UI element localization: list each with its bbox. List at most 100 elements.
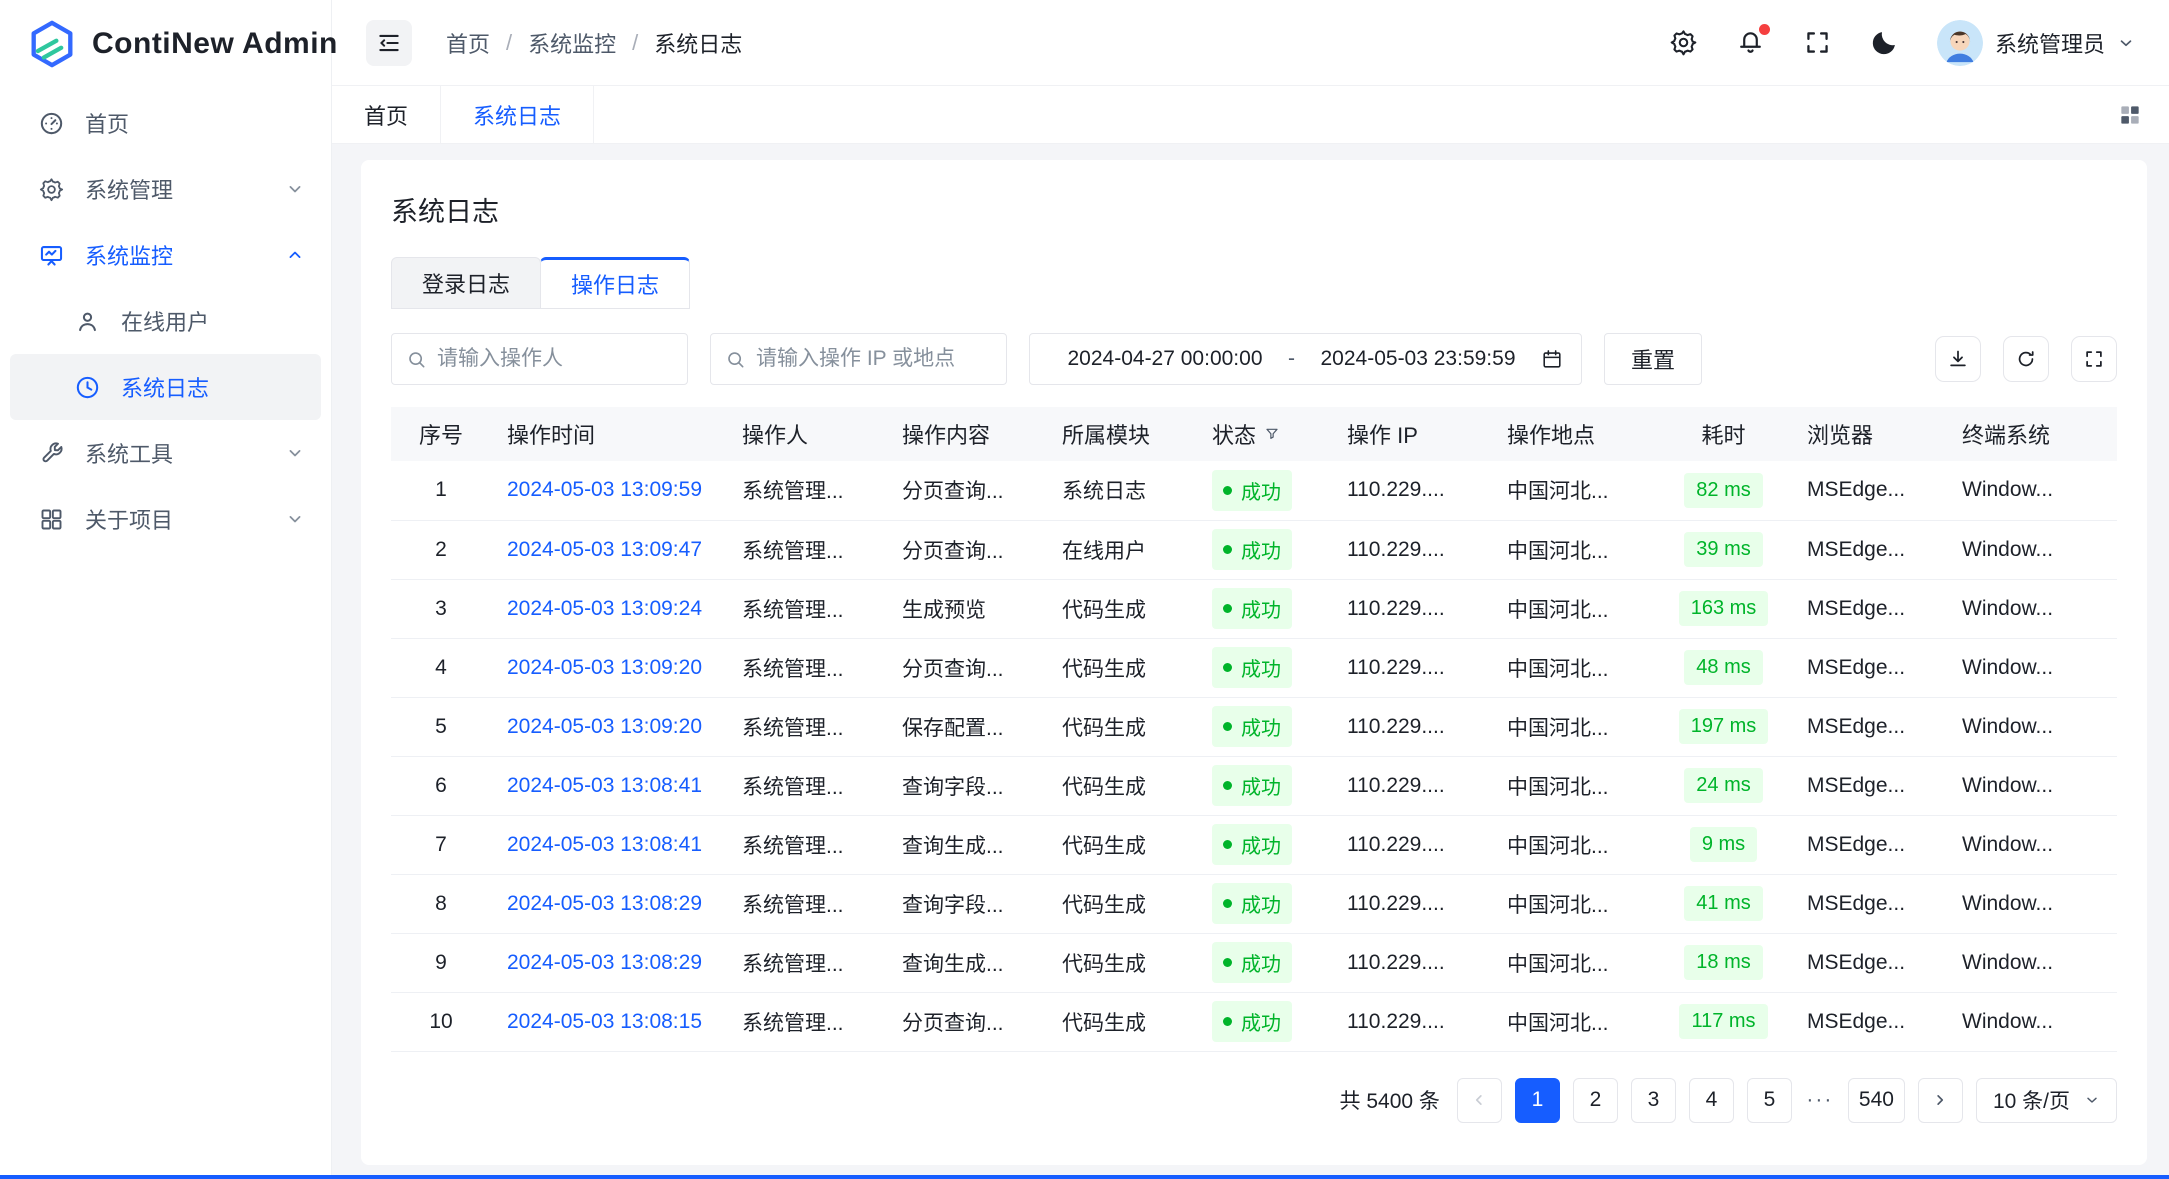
refresh-icon[interactable]	[2003, 336, 2049, 382]
status-badge: 成功	[1212, 883, 1292, 924]
os-cell: Window...	[1962, 951, 2053, 974]
pagination-page-4[interactable]: 4	[1689, 1078, 1734, 1123]
menu-fold-icon[interactable]	[366, 20, 412, 66]
sidebar-item-system-log[interactable]: 系统日志	[10, 354, 321, 420]
app-logo[interactable]: ContiNew Admin	[0, 0, 331, 88]
user-menu[interactable]: 系统管理员	[1937, 20, 2135, 66]
operation-time-link[interactable]: 2024-05-03 13:08:29	[507, 892, 702, 915]
system-log-card: 系统日志 登录日志 操作日志 2024-04-27 00:00:00 - 202…	[361, 160, 2147, 1165]
duration-badge: 41 ms	[1684, 886, 1762, 921]
operation-time-link[interactable]: 2024-05-03 13:09:20	[507, 656, 702, 679]
status-dot-icon	[1223, 545, 1232, 554]
operator-search-input[interactable]	[437, 347, 673, 371]
tab-login-log[interactable]: 登录日志	[391, 257, 541, 309]
ip-search-box	[710, 333, 1007, 385]
breadcrumb-separator: /	[506, 30, 512, 56]
breadcrumb-item[interactable]: 首页	[446, 27, 490, 59]
pagination-page-3[interactable]: 3	[1631, 1078, 1676, 1123]
operator-cell: 系统管理...	[742, 1012, 844, 1035]
date-range-picker[interactable]: 2024-04-27 00:00:00 - 2024-05-03 23:59:5…	[1029, 333, 1582, 385]
operation-time-link[interactable]: 2024-05-03 13:09:47	[507, 538, 702, 561]
pagination-page-1[interactable]: 1	[1515, 1078, 1560, 1123]
browser-cell: MSEdge...	[1807, 833, 1905, 856]
os-cell: Window...	[1962, 597, 2053, 620]
sidebar-item-system-management[interactable]: 系统管理	[0, 156, 331, 222]
pagination-next-icon[interactable]	[1918, 1078, 1963, 1123]
column-header: 浏览器	[1791, 407, 1946, 461]
location-cell: 中国河北...	[1507, 894, 1609, 917]
filter-icon[interactable]	[1264, 426, 1280, 442]
table-row: 62024-05-03 13:08:41系统管理...查询字段...代码生成成功…	[391, 756, 2117, 815]
sidebar-item-system-monitor[interactable]: 系统监控	[0, 222, 331, 288]
table-row: 22024-05-03 13:09:47系统管理...分页查询...在线用户成功…	[391, 520, 2117, 579]
page-size-value: 10 条/页	[1993, 1085, 2070, 1115]
location-cell: 中国河北...	[1507, 953, 1609, 976]
operation-content-cell: 查询生成...	[902, 835, 1004, 858]
status-dot-icon	[1223, 663, 1232, 672]
column-header: 操作地点	[1491, 407, 1656, 461]
notification-bell-icon[interactable]	[1736, 28, 1765, 57]
pagination-prev-icon[interactable]	[1457, 1078, 1502, 1123]
row-index: 1	[435, 478, 447, 501]
operation-content-cell: 查询生成...	[902, 953, 1004, 976]
settings-gear-icon[interactable]	[1669, 28, 1698, 57]
fullscreen-icon[interactable]	[1803, 28, 1832, 57]
operation-time-link[interactable]: 2024-05-03 13:08:41	[507, 774, 702, 797]
duration-badge: 24 ms	[1684, 768, 1762, 803]
column-header-label: 耗时	[1701, 418, 1745, 450]
pagination-page-540[interactable]: 540	[1848, 1078, 1905, 1123]
page-size-select[interactable]: 10 条/页	[1976, 1078, 2117, 1123]
module-cell: 系统日志	[1062, 480, 1146, 503]
pagination-page-2[interactable]: 2	[1573, 1078, 1618, 1123]
browser-cell: MSEdge...	[1807, 538, 1905, 561]
column-header-label: 操作时间	[507, 418, 595, 450]
page-title: 系统日志	[391, 190, 2117, 229]
operation-time-link[interactable]: 2024-05-03 13:09:20	[507, 715, 702, 738]
browser-cell: MSEdge...	[1807, 774, 1905, 797]
row-index: 8	[435, 892, 447, 915]
module-cell: 代码生成	[1062, 894, 1146, 917]
browser-cell: MSEdge...	[1807, 478, 1905, 501]
status-badge: 成功	[1212, 1001, 1292, 1042]
gear-icon	[38, 176, 65, 203]
browser-cell: MSEdge...	[1807, 656, 1905, 679]
reset-button[interactable]: 重置	[1604, 333, 1702, 385]
duration-badge: 9 ms	[1690, 827, 1757, 862]
operator-cell: 系统管理...	[742, 540, 844, 563]
sidebar-item-home[interactable]: 首页	[0, 90, 331, 156]
ip-cell: 110.229....	[1347, 597, 1445, 620]
tab-operation-log[interactable]: 操作日志	[540, 257, 690, 309]
sidebar-item-label: 系统日志	[121, 371, 209, 403]
breadcrumb-item[interactable]: 系统日志	[654, 27, 742, 59]
column-header-label: 状态	[1212, 418, 1256, 450]
table-row: 12024-05-03 13:09:59系统管理...分页查询...系统日志成功…	[391, 461, 2117, 520]
chevron-down-icon	[285, 179, 305, 199]
ip-search-input[interactable]	[756, 347, 992, 371]
row-index: 10	[429, 1010, 452, 1033]
apps-grid-icon[interactable]	[2117, 102, 2143, 128]
ip-cell: 110.229....	[1347, 833, 1445, 856]
sidebar-item-online-users[interactable]: 在线用户	[0, 288, 331, 354]
os-cell: Window...	[1962, 656, 2053, 679]
operator-cell: 系统管理...	[742, 894, 844, 917]
pagination-page-5[interactable]: 5	[1747, 1078, 1792, 1123]
sidebar-item-system-tools[interactable]: 系统工具	[0, 420, 331, 486]
sidebar-item-about-project[interactable]: 关于项目	[0, 486, 331, 552]
download-icon[interactable]	[1935, 336, 1981, 382]
status-dot-icon	[1223, 722, 1232, 731]
pagination-ellipsis[interactable]: ···	[1805, 1088, 1835, 1112]
expand-fullscreen-icon[interactable]	[2071, 336, 2117, 382]
tab-system-log[interactable]: 系统日志	[441, 86, 594, 143]
column-header-label: 所属模块	[1062, 418, 1150, 450]
operation-time-link[interactable]: 2024-05-03 13:09:59	[507, 478, 702, 501]
sidebar-item-label: 关于项目	[85, 503, 173, 535]
operation-time-link[interactable]: 2024-05-03 13:08:41	[507, 833, 702, 856]
breadcrumb-item[interactable]: 系统监控	[528, 27, 616, 59]
operation-time-link[interactable]: 2024-05-03 13:08:29	[507, 951, 702, 974]
operation-time-link[interactable]: 2024-05-03 13:08:15	[507, 1010, 702, 1033]
dark-mode-moon-icon[interactable]	[1870, 28, 1899, 57]
os-cell: Window...	[1962, 478, 2053, 501]
status-badge: 成功	[1212, 706, 1292, 747]
operation-time-link[interactable]: 2024-05-03 13:09:24	[507, 597, 702, 620]
tab-home[interactable]: 首页	[332, 86, 441, 143]
